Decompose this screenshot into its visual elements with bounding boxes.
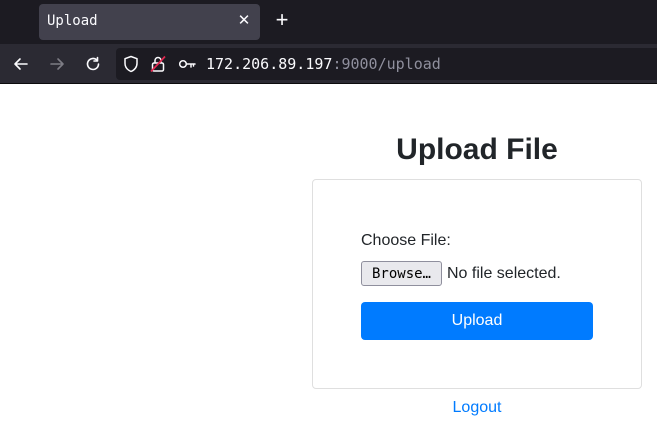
file-label: Choose File: <box>361 232 451 249</box>
logout-link[interactable]: Logout <box>312 399 642 417</box>
new-tab-icon[interactable]: + <box>272 9 292 31</box>
tab-close-icon[interactable]: ✕ <box>236 13 252 29</box>
key-icon[interactable] <box>178 55 196 73</box>
url-host: 172.206.89.197 <box>206 55 333 73</box>
upload-card: Choose File: Browse… No file selected. U… <box>312 179 642 389</box>
forward-arrow-icon[interactable] <box>45 52 69 76</box>
browser-tab-strip: Upload ✕ + <box>0 0 657 44</box>
url-bar[interactable]: 172.206.89.197:9000/upload <box>116 48 657 80</box>
url-path: :9000/upload <box>332 55 441 73</box>
page-title: Upload File <box>396 133 558 166</box>
no-file-text: No file selected. <box>447 264 561 282</box>
shield-icon[interactable] <box>122 55 140 73</box>
file-input[interactable]: Browse… No file selected. <box>361 261 561 286</box>
browser-tab[interactable]: Upload ✕ <box>39 4 260 40</box>
browser-nav-bar: 172.206.89.197:9000/upload <box>0 44 657 84</box>
url-text[interactable]: 172.206.89.197:9000/upload <box>206 55 441 73</box>
browse-button[interactable]: Browse… <box>361 261 442 286</box>
reload-icon[interactable] <box>81 52 105 76</box>
tab-title: Upload <box>47 13 98 29</box>
upload-button[interactable]: Upload <box>361 302 593 340</box>
insecure-lock-icon[interactable] <box>149 55 167 73</box>
back-arrow-icon[interactable] <box>9 52 33 76</box>
